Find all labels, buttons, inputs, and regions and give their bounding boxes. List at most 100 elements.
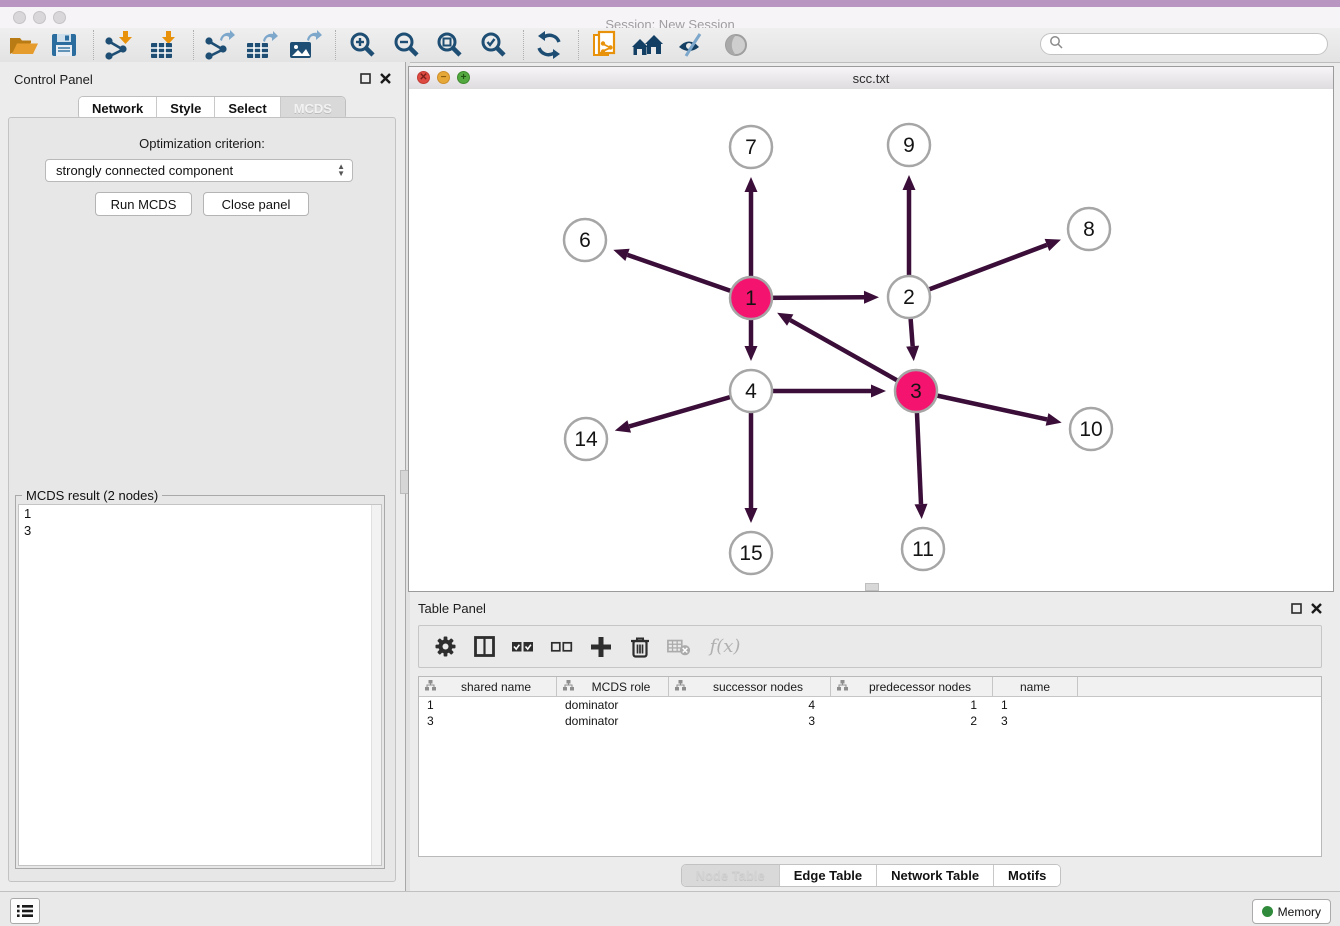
table-cell[interactable]: 2 [831, 713, 993, 729]
mcds-result-textarea[interactable]: 1 3 [18, 504, 382, 866]
function-builder-icon: f(x) [706, 635, 744, 659]
clear-selection-icon[interactable] [550, 635, 574, 659]
arrowhead-icon [906, 346, 919, 361]
arrowhead-icon [903, 175, 916, 190]
column-header-successor-nodes[interactable]: successor nodes [669, 677, 831, 696]
float-panel-icon[interactable] [360, 71, 371, 89]
export-table-icon[interactable] [243, 30, 279, 60]
search-icon [1049, 35, 1063, 54]
arrowhead-icon [613, 249, 629, 261]
select-all-icon[interactable] [511, 635, 535, 659]
node-label: 3 [910, 380, 922, 403]
network-canvas[interactable]: 1234678910111415 [409, 89, 1333, 591]
hierarchy-icon [837, 680, 848, 694]
duplicate-network-icon[interactable] [587, 30, 623, 60]
dropdown-stepper-icon: ▲▼ [337, 163, 345, 177]
node-label: 15 [739, 542, 762, 565]
tab-style[interactable]: Style [157, 97, 215, 119]
memory-status-icon [1262, 906, 1273, 917]
list-icon [17, 904, 33, 918]
table-cell[interactable]: dominator [557, 697, 669, 713]
tab-network[interactable]: Network [79, 97, 157, 119]
hierarchy-icon [563, 680, 574, 694]
search-input[interactable] [1063, 36, 1327, 52]
mcds-panel: Optimization criterion: strongly connect… [8, 117, 396, 882]
gear-icon[interactable] [433, 635, 457, 659]
node-label: 4 [745, 380, 757, 403]
canvas-splitter-grip[interactable] [865, 583, 879, 591]
hierarchy-icon [675, 680, 686, 694]
table-cell[interactable]: 3 [419, 713, 557, 729]
column-header-shared-name[interactable]: shared name [419, 677, 557, 696]
run-mcds-button[interactable]: Run MCDS [95, 192, 192, 216]
app-titlebar: Session: New Session [0, 7, 1340, 29]
zoom-selected-icon[interactable] [475, 30, 511, 60]
table-tabs: Node Table Edge Table Network Table Moti… [408, 864, 1334, 887]
toolbar-separator [193, 30, 194, 60]
toolbar-separator [578, 30, 579, 60]
import-network-icon[interactable] [101, 30, 137, 60]
node-label: 7 [745, 136, 757, 159]
table-cell[interactable]: 1 [993, 697, 1078, 713]
desktop-strip [0, 0, 1340, 7]
zoom-fit-icon[interactable] [431, 30, 467, 60]
houses-icon[interactable] [630, 30, 666, 60]
mcds-result-line: 3 [19, 522, 381, 539]
column-header-predecessor-nodes[interactable]: predecessor nodes [831, 677, 993, 696]
node-table[interactable]: shared nameMCDS rolesuccessor nodesprede… [418, 676, 1322, 857]
network-graph[interactable]: 1234678910111415 [409, 89, 1333, 591]
table-cell[interactable]: 3 [993, 713, 1078, 729]
table-cell[interactable]: 1 [831, 697, 993, 713]
table-cell[interactable]: 4 [669, 697, 831, 713]
table-cell[interactable]: dominator [557, 713, 669, 729]
arrowhead-icon [915, 504, 928, 519]
panel-list-button[interactable] [10, 898, 40, 924]
toolbar-separator [523, 30, 524, 60]
arrowhead-icon [871, 385, 886, 398]
arrowhead-icon [1046, 413, 1062, 426]
close-panel-icon[interactable] [380, 71, 391, 89]
export-network-icon[interactable] [201, 30, 237, 60]
memory-button[interactable]: Memory [1252, 899, 1331, 924]
tab-mcds[interactable]: MCDS [281, 97, 345, 119]
tab-network-table[interactable]: Network Table [877, 865, 994, 886]
table-cell[interactable]: 3 [669, 713, 831, 729]
refresh-icon[interactable] [531, 30, 567, 60]
network-window: ✕ − + scc.txt 1234678910111415 [408, 66, 1334, 592]
delete-column-icon[interactable] [628, 635, 652, 659]
toolbar-separator [335, 30, 336, 60]
table-header-row: shared nameMCDS rolesuccessor nodesprede… [419, 677, 1321, 697]
optimization-criterion-label: Optimization criterion: [9, 136, 395, 151]
network-window-titlebar[interactable]: ✕ − + scc.txt [409, 67, 1333, 90]
table-row[interactable]: 3dominator323 [419, 713, 1321, 729]
tab-motifs[interactable]: Motifs [994, 865, 1060, 886]
column-header-name[interactable]: name [993, 677, 1078, 696]
arrowhead-icon [864, 291, 879, 304]
network-title: scc.txt [409, 71, 1333, 86]
add-column-icon[interactable] [589, 635, 613, 659]
close-panel-icon[interactable] [1311, 601, 1322, 619]
zoom-in-icon[interactable] [344, 30, 380, 60]
result-scrollbar[interactable] [371, 505, 381, 865]
table-cell[interactable]: 1 [419, 697, 557, 713]
criterion-dropdown[interactable]: strongly connected component ▲▼ [45, 159, 353, 182]
import-table-icon[interactable] [146, 30, 182, 60]
tab-node-table[interactable]: Node Table [682, 865, 780, 886]
graphics-details-icon[interactable] [673, 30, 709, 60]
tab-select[interactable]: Select [215, 97, 280, 119]
zoom-out-icon[interactable] [388, 30, 424, 60]
node-label: 8 [1083, 218, 1095, 241]
open-session-icon[interactable] [6, 30, 42, 60]
save-session-icon[interactable] [46, 30, 82, 60]
table-row[interactable]: 1dominator411 [419, 697, 1321, 713]
birds-eye-view-icon[interactable] [718, 30, 754, 60]
search-field[interactable] [1040, 33, 1328, 55]
tab-edge-table[interactable]: Edge Table [780, 865, 877, 886]
criterion-value: strongly connected component [56, 163, 233, 178]
close-panel-button[interactable]: Close panel [203, 192, 309, 216]
export-image-icon[interactable] [287, 30, 323, 60]
node-label: 1 [745, 287, 757, 310]
column-header-MCDS-role[interactable]: MCDS role [557, 677, 669, 696]
float-panel-icon[interactable] [1291, 601, 1302, 619]
table-mode-icon[interactable] [472, 635, 496, 659]
